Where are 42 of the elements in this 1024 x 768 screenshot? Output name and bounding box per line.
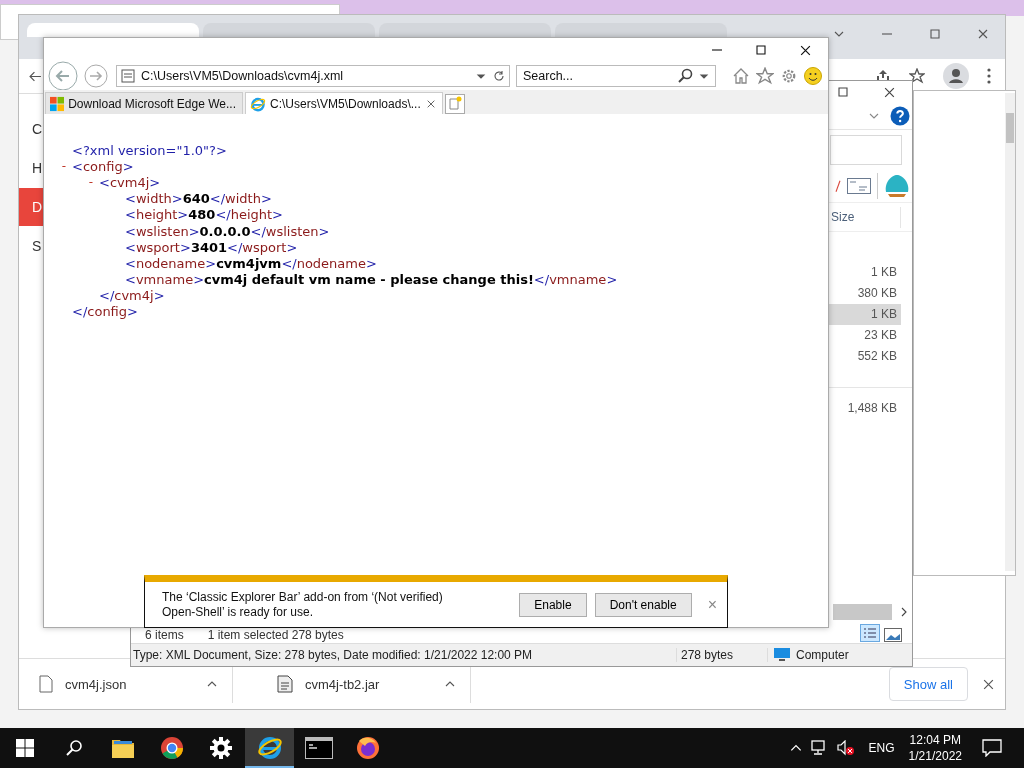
notification-button[interactable]: Enable	[519, 592, 587, 617]
size-cell[interactable]: 380 KB	[829, 283, 901, 304]
size-cell[interactable]: 23 KB	[829, 325, 901, 346]
xml-element: <vmname>cvm4j default vm name - please change this!</vmname>	[125, 272, 618, 288]
notification-message: The ‘Classic Explorer Bar’ add-on from ‘(Not verified) Open-Shell’ is ready for use.	[162, 589, 443, 620]
download-name[interactable]: cvm4j-tb2.jar	[305, 676, 432, 692]
xml-element: <width>640</width>	[125, 191, 272, 207]
sidebar-item[interactable]: D	[19, 188, 44, 226]
browser-tab[interactable]: C:\Users\VM5\Downloads\...	[245, 92, 443, 114]
xml-tag: </config>	[72, 304, 138, 320]
collapse-toggle[interactable]: -	[87, 175, 95, 190]
search-field[interactable]: Search...	[516, 65, 716, 87]
location: Computer	[796, 648, 849, 662]
selection-info: 1 item selected 278 bytes	[207, 628, 344, 642]
close-icon[interactable]: ×	[707, 595, 717, 614]
xml-declaration: <?xml version="1.0"?>	[72, 142, 227, 158]
browser-tab[interactable]: Download Microsoft Edge We...	[45, 92, 243, 114]
size-cell[interactable]: 1 KB	[829, 262, 901, 283]
size-cell[interactable]: 552 KB	[829, 346, 901, 367]
size-cell[interactable]: 1 KB	[829, 304, 901, 325]
file-details: Type: XML Document, Size: 278 bytes, Date modified: 1/21/2022 12:00 PM	[131, 648, 677, 662]
sidebar-item[interactable]: H	[19, 149, 44, 187]
xml-element: <nodename>cvm4jvm</nodename>	[125, 255, 377, 271]
xml-tag: <config>	[72, 158, 134, 174]
xml-element: <height>480</height>	[125, 207, 283, 223]
file-size: 278 bytes	[677, 648, 768, 662]
collapse-toggle[interactable]: -	[60, 159, 68, 174]
item-count: 6 items	[145, 628, 184, 642]
show-all-button[interactable]: Show all	[888, 667, 968, 701]
clock-time[interactable]: 12:04 PM	[909, 732, 961, 748]
language-indicator[interactable]: ENG	[868, 741, 895, 755]
notification-button[interactable]: Don't enable	[594, 592, 692, 617]
size-cell[interactable]: 1,488 KB	[829, 398, 901, 419]
clock-date[interactable]: 1/21/2022	[908, 748, 962, 764]
xml-element: <wsport>3401</wsport>	[125, 239, 298, 255]
sidebar-item[interactable]: C	[19, 110, 44, 148]
sidebar-item[interactable]: S	[19, 227, 44, 265]
xml-tag: </cvm4j>	[99, 288, 165, 304]
xml-element: <wslisten>0.0.0.0</wslisten>	[125, 223, 330, 239]
address-bar[interactable]: C:\Users\VM5\Downloads\cvm4j.xml	[116, 65, 510, 87]
xml-tag: <cvm4j>	[99, 174, 161, 190]
download-name[interactable]: cvm4j.json	[65, 676, 194, 692]
